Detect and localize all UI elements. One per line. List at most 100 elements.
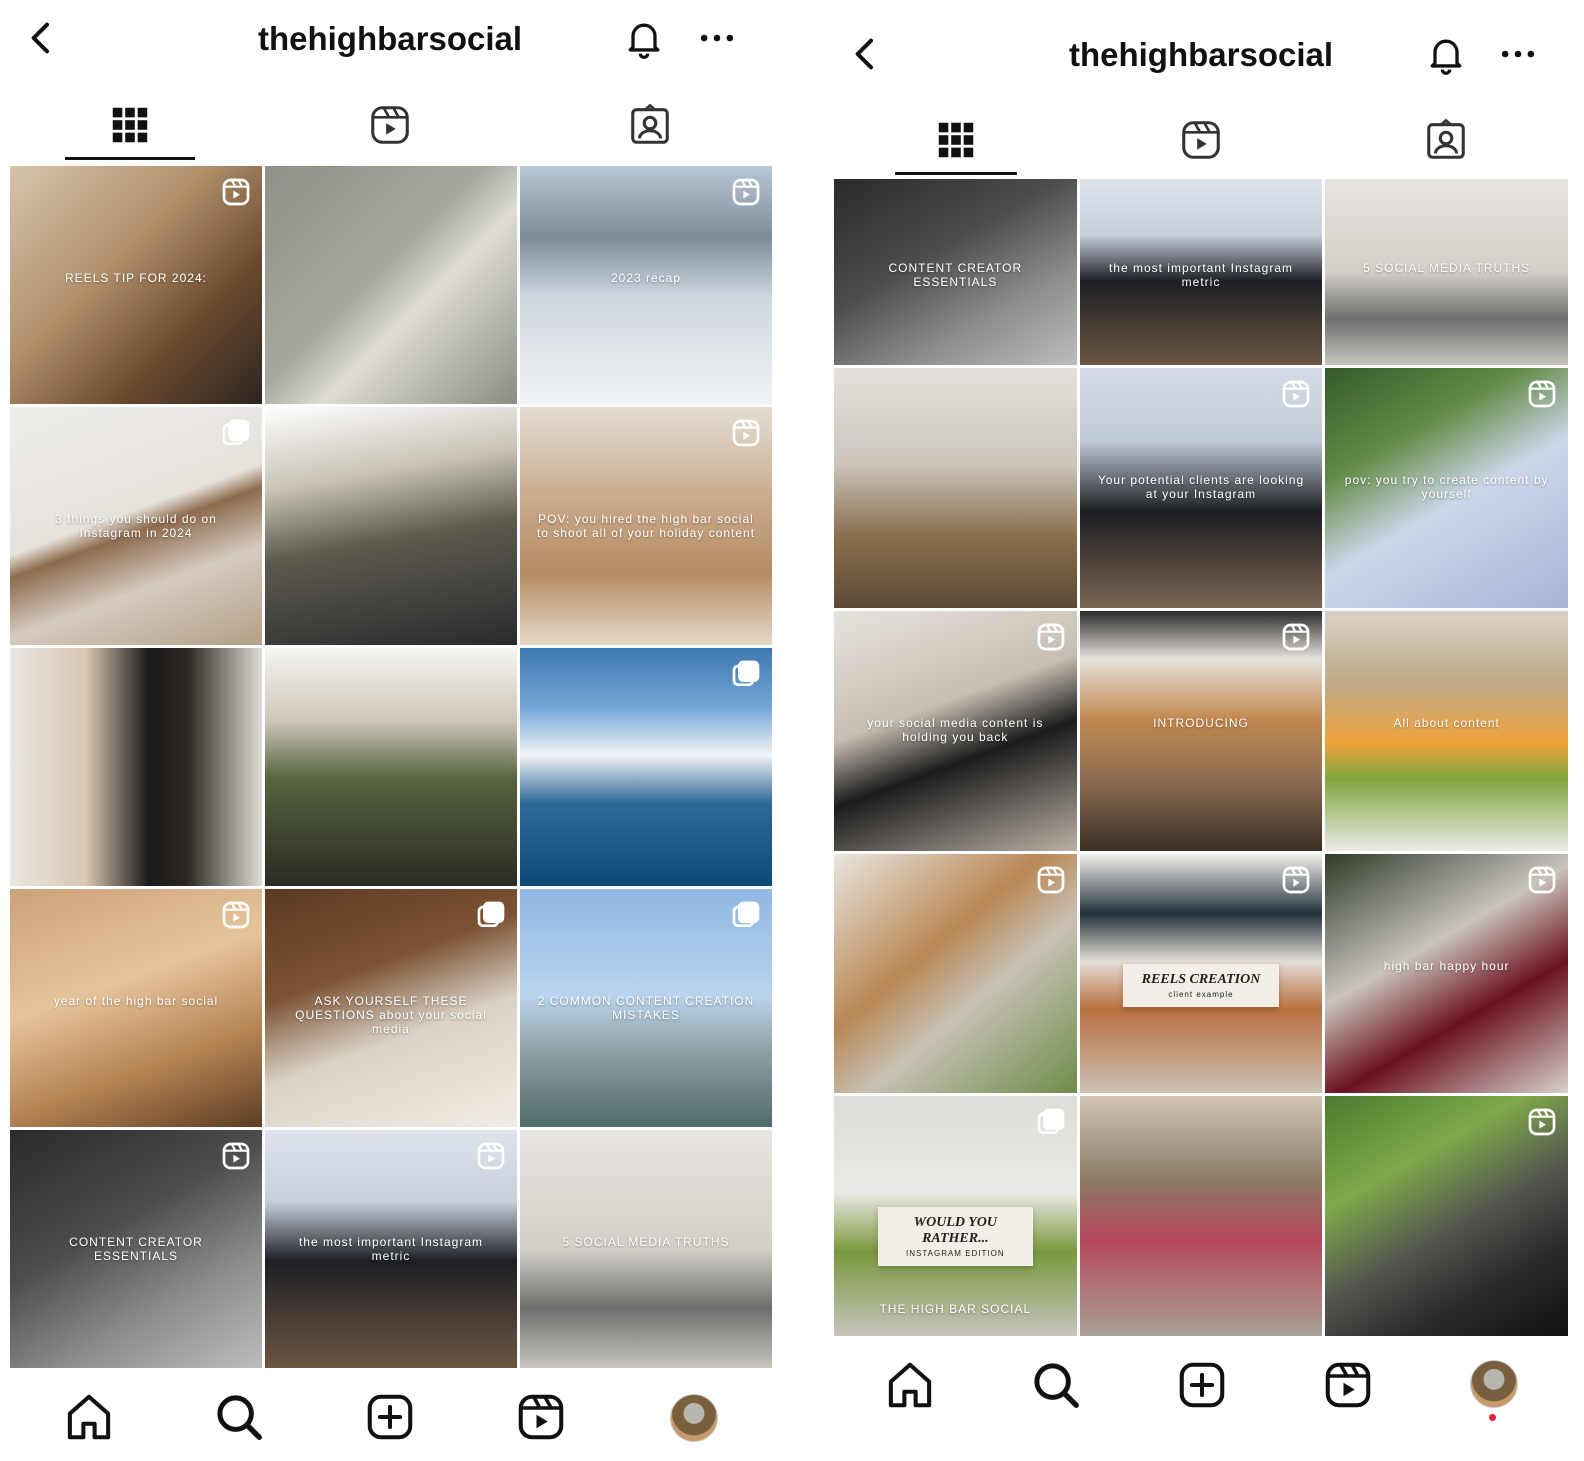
reel-icon (1280, 621, 1312, 653)
reel-icon (730, 176, 762, 208)
post-tile[interactable] (10, 648, 262, 886)
notification-dot (1489, 1414, 1496, 1421)
post-caption-overlay: All about content (1393, 716, 1500, 731)
post-title-card-text: REELS CREATION (1141, 971, 1261, 987)
post-tile[interactable] (265, 648, 517, 886)
post-caption-overlay: year of the high bar social (53, 993, 219, 1008)
bell-icon[interactable] (1424, 32, 1468, 76)
post-tile[interactable] (834, 368, 1077, 608)
left-phone-screen: thehighbarsocial REELS TIP FOR 2024: 2023… (0, 0, 790, 1461)
add-icon[interactable] (1175, 1358, 1229, 1412)
reel-icon (1280, 378, 1312, 410)
post-tile[interactable]: 2023 recap (520, 166, 772, 404)
post-title-card-subtext: client example (1168, 989, 1234, 999)
post-title-card-text: WOULD YOU RATHER... (913, 1214, 997, 1246)
carousel-icon (1035, 1106, 1067, 1138)
post-tile[interactable]: pov: you try to create content by yourse… (1325, 368, 1568, 608)
post-tile[interactable]: All about content (1325, 610, 1568, 851)
post-caption-overlay: Your potential clients are looking at yo… (1097, 473, 1305, 502)
post-caption-overlay: THE HIGH BAR SOCIAL (879, 1302, 1032, 1317)
grid-icon (939, 122, 974, 158)
reel-icon (730, 417, 762, 449)
post-tile[interactable]: 5 SOCIAL MEDIA TRUTHS (1325, 179, 1568, 365)
post-tile[interactable]: INTRODUCING (1079, 610, 1323, 851)
post-tile[interactable] (265, 407, 517, 645)
post-caption-overlay: 3 things you should do on Instagram in 2… (55, 511, 217, 540)
post-title-card: WOULD YOU RATHER... INSTAGRAM EDITION (877, 1206, 1033, 1266)
reel-icon (1526, 864, 1558, 896)
reel-icon (1526, 378, 1558, 410)
add-icon[interactable] (363, 1390, 417, 1444)
post-caption-overlay: CONTENT CREATOR ESSENTIALS (888, 260, 1023, 289)
post-caption-overlay: INTRODUCING (1153, 716, 1249, 731)
post-tile[interactable] (520, 648, 772, 886)
more-icon[interactable] (1496, 32, 1540, 76)
bottom-navigation (834, 1352, 1568, 1432)
post-tile[interactable]: ASK YOURSELF THESE QUESTIONS about your … (265, 889, 517, 1127)
home-icon[interactable] (883, 1358, 937, 1412)
tab-grid[interactable] (0, 90, 260, 160)
home-icon[interactable] (62, 1390, 116, 1444)
post-tile[interactable] (1325, 1096, 1568, 1336)
profile-tabs (0, 90, 780, 160)
reel-icon (220, 176, 252, 208)
post-tile[interactable]: 5 SOCIAL MEDIA TRUTHS (520, 1130, 772, 1368)
post-caption-overlay: the most important Instagram metric (298, 1234, 484, 1263)
carousel-icon (730, 899, 762, 931)
tab-grid[interactable] (834, 105, 1079, 175)
reel-icon (475, 1140, 507, 1172)
active-tab-indicator (64, 157, 195, 160)
tagged-icon (631, 103, 669, 144)
reel-icon (1280, 864, 1312, 896)
reels-nav-icon[interactable] (1321, 1358, 1375, 1412)
post-caption-overlay: CONTENT CREATOR ESSENTIALS (69, 1234, 203, 1263)
post-title-card-subtext: INSTAGRAM EDITION (906, 1248, 1005, 1258)
post-tile[interactable]: REELS CREATION client example (1079, 853, 1323, 1094)
reels-nav-icon[interactable] (514, 1390, 568, 1444)
post-caption-overlay: 2 COMMON CONTENT CREATION MISTAKES (537, 993, 755, 1022)
profile-avatar[interactable] (1470, 1360, 1518, 1408)
post-tile[interactable]: CONTENT CREATOR ESSENTIALS (10, 1130, 262, 1368)
carousel-icon (475, 899, 507, 931)
bell-icon[interactable] (622, 16, 666, 60)
post-tile[interactable] (265, 166, 517, 404)
post-tile[interactable]: REELS TIP FOR 2024: (10, 166, 262, 404)
post-tile[interactable]: WOULD YOU RATHER... INSTAGRAM EDITION THE … (834, 1096, 1077, 1336)
post-tile[interactable]: high bar happy hour (1325, 853, 1568, 1094)
tab-reels[interactable] (260, 90, 520, 160)
post-tile[interactable] (1079, 1096, 1323, 1336)
tab-tagged[interactable] (520, 90, 780, 160)
post-caption-overlay: 5 SOCIAL MEDIA TRUTHS (1363, 260, 1531, 275)
profile-avatar[interactable] (670, 1394, 718, 1442)
reel-icon (220, 899, 252, 931)
search-icon[interactable] (1029, 1358, 1083, 1412)
carousel-icon (730, 658, 762, 690)
post-tile[interactable]: the most important Instagram metric (1079, 179, 1323, 365)
post-tile[interactable]: CONTENT CREATOR ESSENTIALS (834, 179, 1077, 365)
posts-grid: REELS TIP FOR 2024: 2023 recap 3 things yo… (10, 166, 772, 1368)
post-tile[interactable]: your social media content is holding you… (834, 610, 1077, 851)
post-title-card: REELS CREATION client example (1123, 963, 1279, 1007)
carousel-icon (220, 417, 252, 449)
post-tile[interactable]: 3 things you should do on Instagram in 2… (10, 407, 262, 645)
posts-grid: CONTENT CREATOR ESSENTIALS the most impor… (834, 179, 1568, 1336)
search-icon[interactable] (212, 1390, 266, 1444)
grid-icon (112, 107, 148, 143)
reel-icon (220, 1140, 252, 1172)
post-tile[interactable]: 2 COMMON CONTENT CREATION MISTAKES (520, 889, 772, 1127)
post-caption-overlay: ASK YOURSELF THESE QUESTIONS about your … (295, 993, 487, 1036)
post-tile[interactable] (834, 853, 1077, 1094)
reel-icon (1035, 864, 1067, 896)
post-tile[interactable]: year of the high bar social (10, 889, 262, 1127)
more-icon[interactable] (695, 16, 739, 60)
post-caption-overlay: high bar happy hour (1383, 958, 1510, 973)
post-tile[interactable]: Your potential clients are looking at yo… (1079, 368, 1323, 608)
post-tile[interactable]: the most important Instagram metric (265, 1130, 517, 1368)
post-caption-overlay: the most important Instagram metric (1108, 260, 1294, 289)
tab-tagged[interactable] (1323, 105, 1568, 175)
post-caption-overlay: your social media content is holding you… (867, 716, 1044, 745)
post-tile[interactable]: POV: you hired the high bar social to sh… (520, 407, 772, 645)
bottom-navigation (0, 1380, 780, 1460)
tab-reels[interactable] (1079, 105, 1324, 175)
reel-icon (1526, 1106, 1558, 1138)
